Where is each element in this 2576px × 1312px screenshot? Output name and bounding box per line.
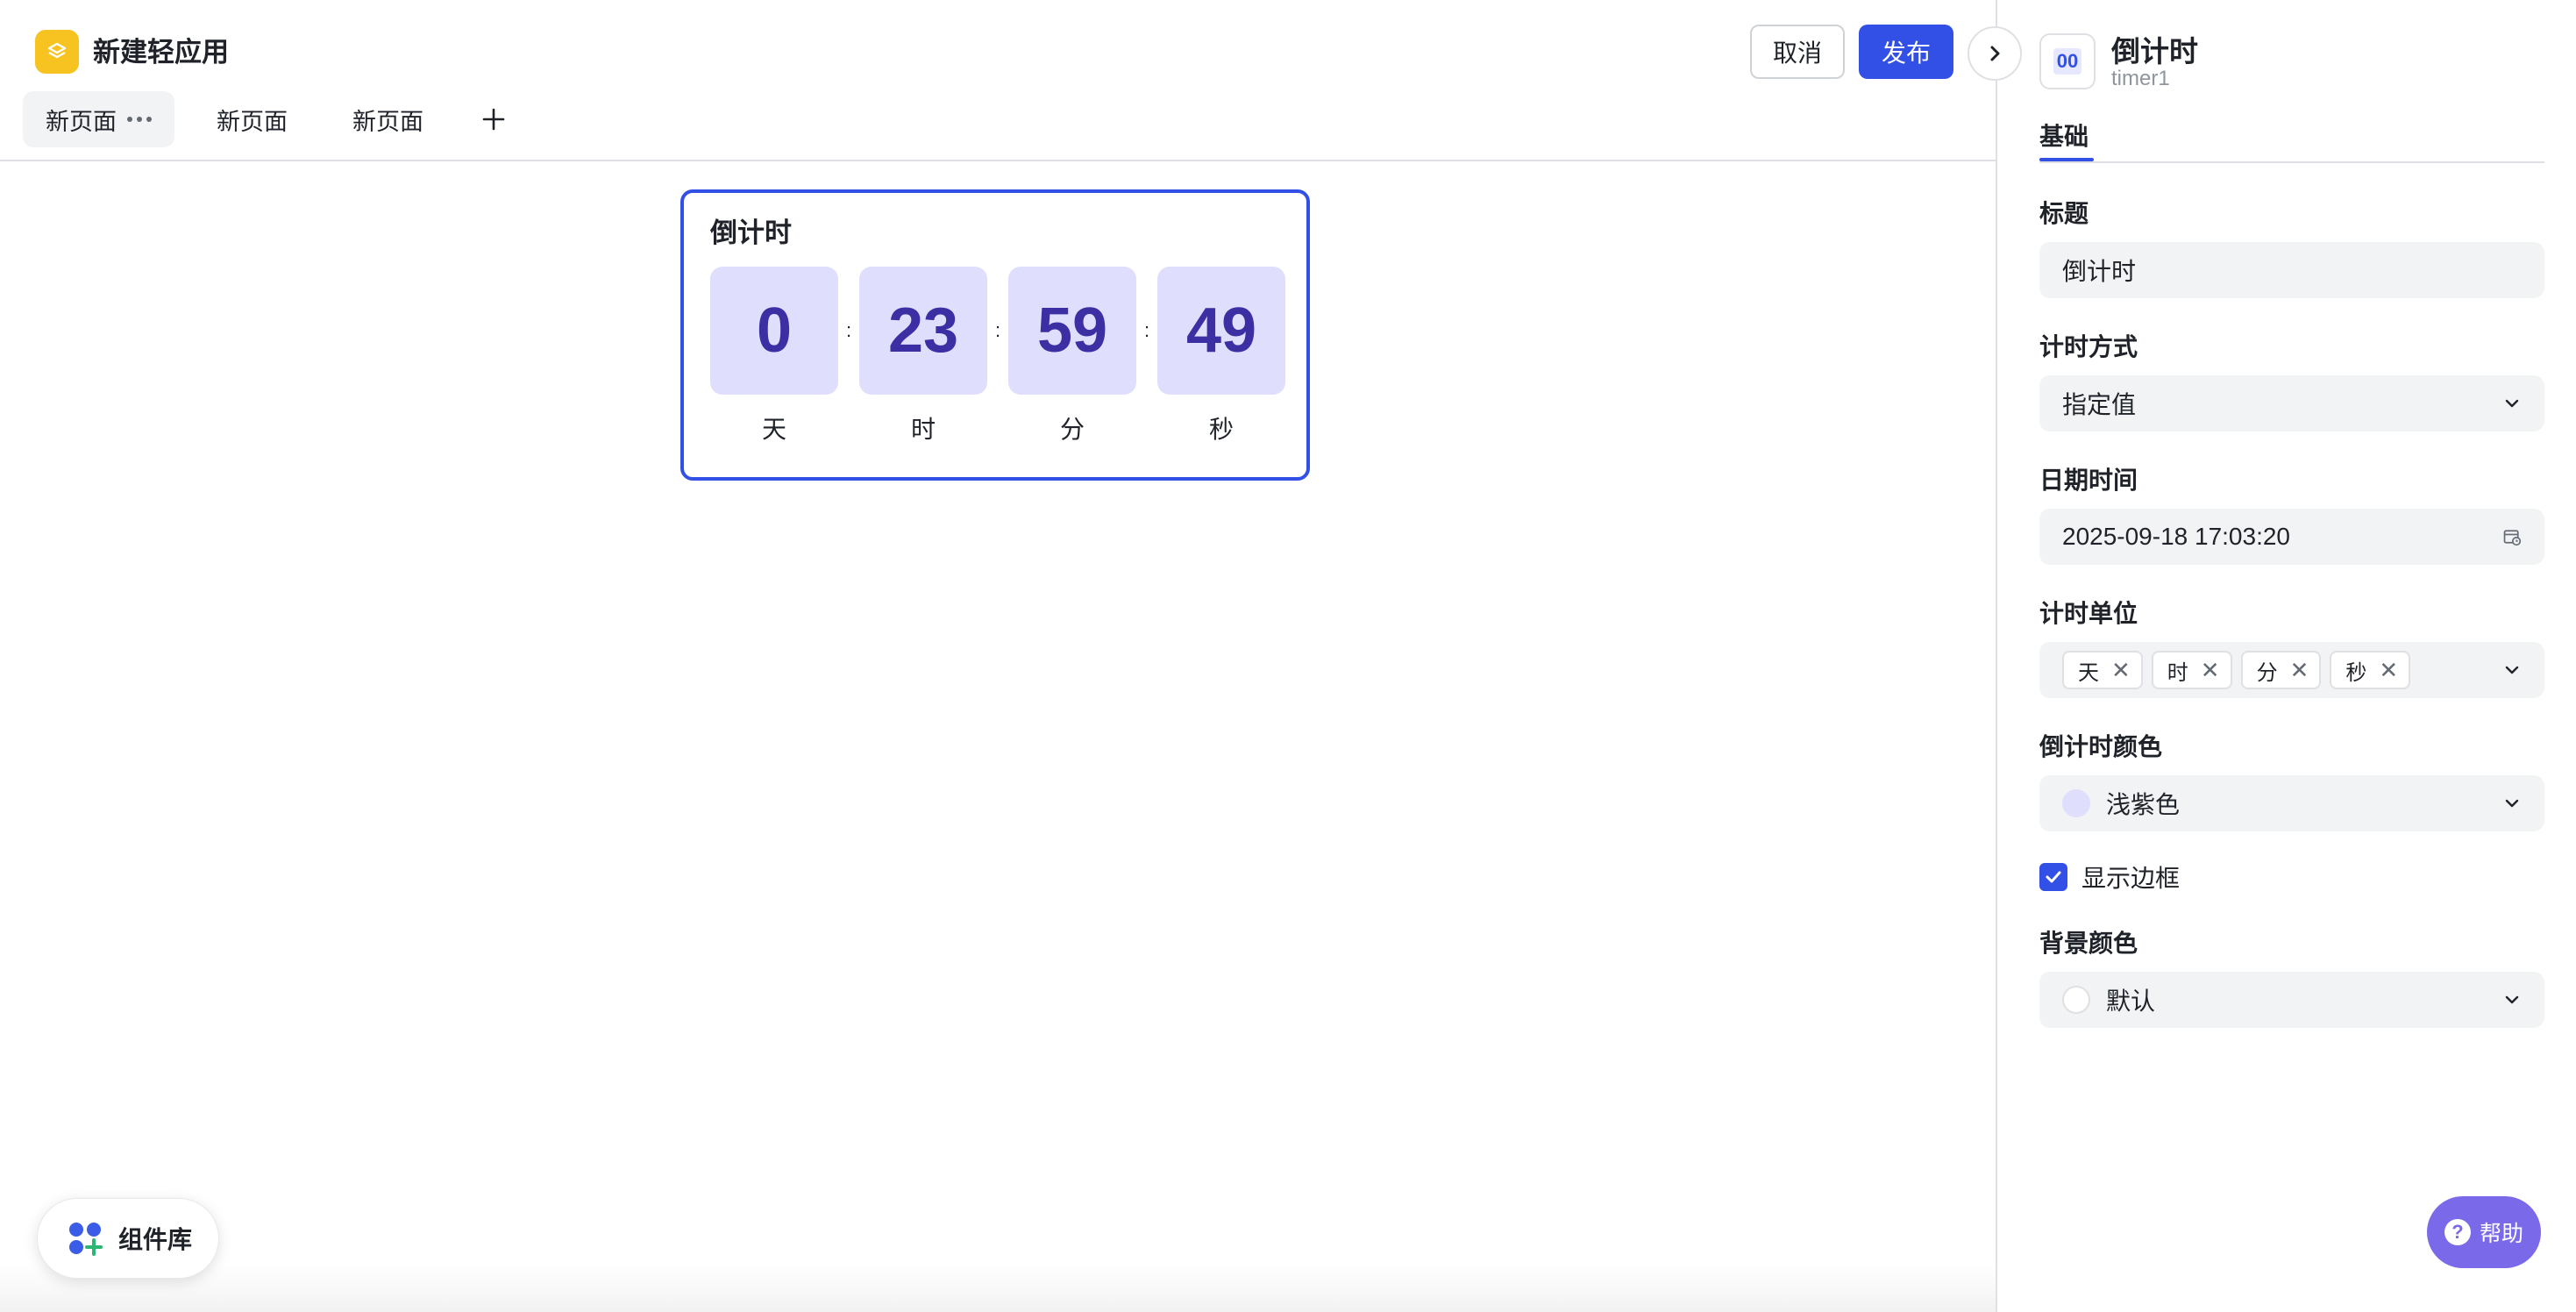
- minutes-unit: 分: [1059, 416, 1085, 443]
- component-library-button[interactable]: 组件库: [37, 1198, 219, 1279]
- seconds-unit: 秒: [1208, 416, 1234, 443]
- countdown-widget[interactable]: 倒计时 0 天 : 23 时 : 59 分 : 49 秒: [680, 189, 1310, 481]
- mode-label: 计时方式: [2039, 333, 2138, 360]
- add-page-icon[interactable]: [473, 98, 515, 140]
- components-icon: [68, 1221, 103, 1256]
- properties-panel: 00 倒计时 timer1 基础 标题 倒计时 计时方式 指定值 日期时间 20…: [1996, 0, 2576, 1312]
- editor-area: 新建轻应用 新页面 新页面 新页面 取消 发布 倒计时 0 天: 23 时:…: [0, 0, 1996, 1312]
- publish-button[interactable]: 发布: [1859, 25, 1953, 79]
- bg-color-label: 背景颜色: [2039, 930, 2138, 957]
- bg-color-select[interactable]: 默认: [2039, 972, 2544, 1028]
- minutes-cell: 59 分: [1008, 267, 1136, 446]
- collapse-panel-button[interactable]: [1968, 26, 2022, 81]
- bottom-shadow: [0, 1263, 1996, 1312]
- bg-color-value: 默认: [2106, 988, 2156, 1015]
- calendar-icon[interactable]: [2502, 527, 2522, 546]
- timer-icon: 00: [2039, 33, 2096, 89]
- tab-page-2[interactable]: 新页面: [194, 91, 310, 147]
- datetime-picker[interactable]: 2025-09-18 17:03:20: [2039, 509, 2544, 565]
- header-divider: [0, 160, 1996, 161]
- app-title: 新建轻应用: [93, 37, 229, 68]
- color-label: 倒计时颜色: [2039, 733, 2163, 760]
- separator: :: [1143, 319, 1150, 341]
- chevron-down-icon: [2502, 794, 2522, 813]
- countdown-cells: 0 天 : 23 时 : 59 分 : 49 秒: [710, 267, 1285, 446]
- tab-label: 新页面: [217, 108, 288, 135]
- seconds-cell: 49 秒: [1157, 267, 1285, 446]
- mode-value: 指定值: [2062, 391, 2137, 418]
- tab-label: 新页面: [352, 108, 423, 135]
- component-library-label: 组件库: [118, 1226, 193, 1253]
- help-button[interactable]: ? 帮助: [2427, 1196, 2541, 1268]
- unit-chip-days: 天 ✕: [2062, 651, 2143, 689]
- tab-page-1[interactable]: 新页面: [23, 91, 174, 147]
- unit-chip-minutes: 分 ✕: [2240, 651, 2322, 689]
- title-label: 标题: [2039, 200, 2089, 227]
- help-label: 帮助: [2479, 1222, 2523, 1246]
- show-border-checkbox[interactable]: [2039, 863, 2067, 891]
- days-unit: 天: [761, 416, 786, 443]
- datetime-value: 2025-09-18 17:03:20: [2062, 523, 2290, 550]
- cancel-button[interactable]: 取消: [1750, 25, 1845, 79]
- hours-unit: 时: [910, 416, 936, 443]
- unit-chip-seconds: 秒 ✕: [2330, 651, 2411, 689]
- chevron-down-icon: [2502, 660, 2522, 680]
- separator: :: [845, 319, 852, 341]
- color-swatch: [2062, 789, 2090, 817]
- title-input[interactable]: 倒计时: [2039, 242, 2544, 298]
- close-icon[interactable]: ✕: [2290, 659, 2309, 681]
- mode-select[interactable]: 指定值: [2039, 375, 2544, 431]
- chevron-right-icon: [1990, 46, 2000, 61]
- minutes-value: 59: [1008, 267, 1136, 395]
- chevron-down-icon: [2502, 990, 2522, 1009]
- show-border-label[interactable]: 显示边框: [2081, 859, 2180, 895]
- app-logo-icon: [35, 30, 79, 74]
- close-icon[interactable]: ✕: [2111, 659, 2131, 681]
- bg-color-swatch: [2062, 986, 2090, 1014]
- hours-cell: 23 时: [859, 267, 987, 446]
- close-icon[interactable]: ✕: [2201, 659, 2220, 681]
- page-tabs: 新页面 新页面 新页面: [23, 91, 515, 147]
- units-multiselect[interactable]: 天 ✕ 时 ✕ 分 ✕ 秒 ✕: [2039, 642, 2544, 698]
- close-icon[interactable]: ✕: [2379, 659, 2398, 681]
- color-value: 浅紫色: [2106, 791, 2181, 818]
- panel-tab-divider: [2039, 161, 2544, 163]
- tab-label: 新页面: [46, 108, 117, 135]
- panel-title: 倒计时: [2111, 35, 2198, 68]
- seconds-value: 49: [1157, 267, 1285, 395]
- title-value: 倒计时: [2062, 258, 2137, 285]
- separator: :: [994, 319, 1001, 341]
- chevron-down-icon: [2502, 394, 2522, 413]
- app-root: 新建轻应用 新页面 新页面 新页面 取消 发布 倒计时 0 天: 23 时:…: [0, 0, 2576, 1312]
- widget-title: 倒计时: [710, 217, 792, 248]
- hours-value: 23: [859, 267, 987, 395]
- days-cell: 0 天: [710, 267, 838, 446]
- tab-basic[interactable]: 基础: [2039, 118, 2089, 153]
- check-icon: [2046, 871, 2061, 883]
- tab-page-3[interactable]: 新页面: [330, 91, 446, 147]
- color-select[interactable]: 浅紫色: [2039, 775, 2544, 831]
- days-value: 0: [710, 267, 838, 395]
- component-id: timer1: [2111, 67, 2170, 90]
- datetime-label: 日期时间: [2039, 467, 2138, 494]
- unit-chip-hours: 时 ✕: [2151, 651, 2232, 689]
- question-icon: ?: [2444, 1219, 2471, 1245]
- more-icon[interactable]: [127, 117, 152, 122]
- units-label: 计时单位: [2039, 600, 2138, 627]
